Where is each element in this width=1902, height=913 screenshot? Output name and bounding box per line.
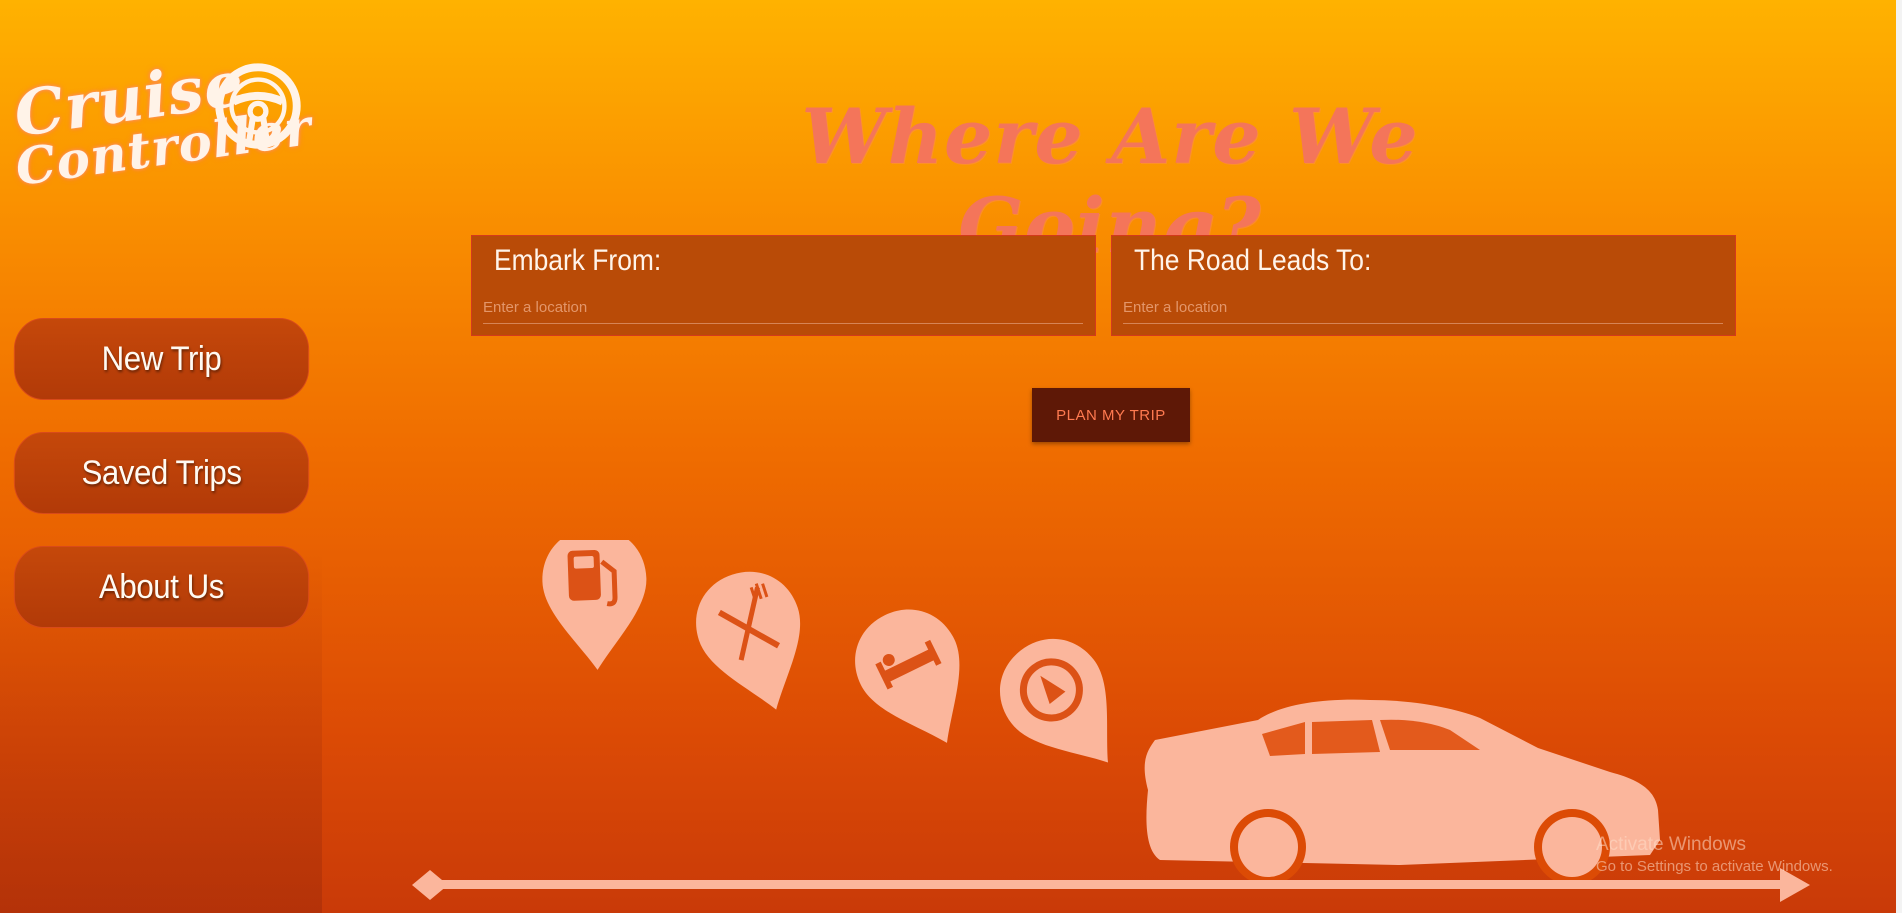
destination-label: The Road Leads To: (1134, 244, 1372, 277)
gas-station-pin-icon (542, 540, 647, 670)
about-us-button[interactable]: About Us (13, 546, 310, 628)
steering-wheel-icon (215, 63, 301, 149)
origin-label: Embark From: (494, 244, 662, 277)
plan-my-trip-button[interactable]: PLAN MY TRIP (1032, 388, 1190, 442)
sidebar: Cruise Controller New Trip Saved Trips A… (0, 0, 322, 913)
restaurant-pin-icon (696, 571, 801, 710)
window-edge (1896, 0, 1902, 913)
destination-field: The Road Leads To: (1111, 235, 1736, 336)
destination-input[interactable] (1123, 291, 1723, 324)
origin-input[interactable] (483, 291, 1083, 324)
origin-field: Embark From: (471, 235, 1096, 336)
activate-windows-watermark: Activate Windows Go to Settings to activ… (1596, 834, 1833, 875)
hotel-pin-icon (855, 609, 960, 743)
new-trip-button[interactable]: New Trip (13, 318, 310, 400)
saved-trips-button[interactable]: Saved Trips (13, 432, 310, 514)
logo[interactable]: Cruise Controller (10, 47, 316, 208)
car-icon (1144, 699, 1660, 885)
direction-pin-icon (1000, 638, 1109, 763)
watermark-title: Activate Windows (1596, 834, 1746, 855)
watermark-subtitle: Go to Settings to activate Windows. (1596, 858, 1833, 875)
